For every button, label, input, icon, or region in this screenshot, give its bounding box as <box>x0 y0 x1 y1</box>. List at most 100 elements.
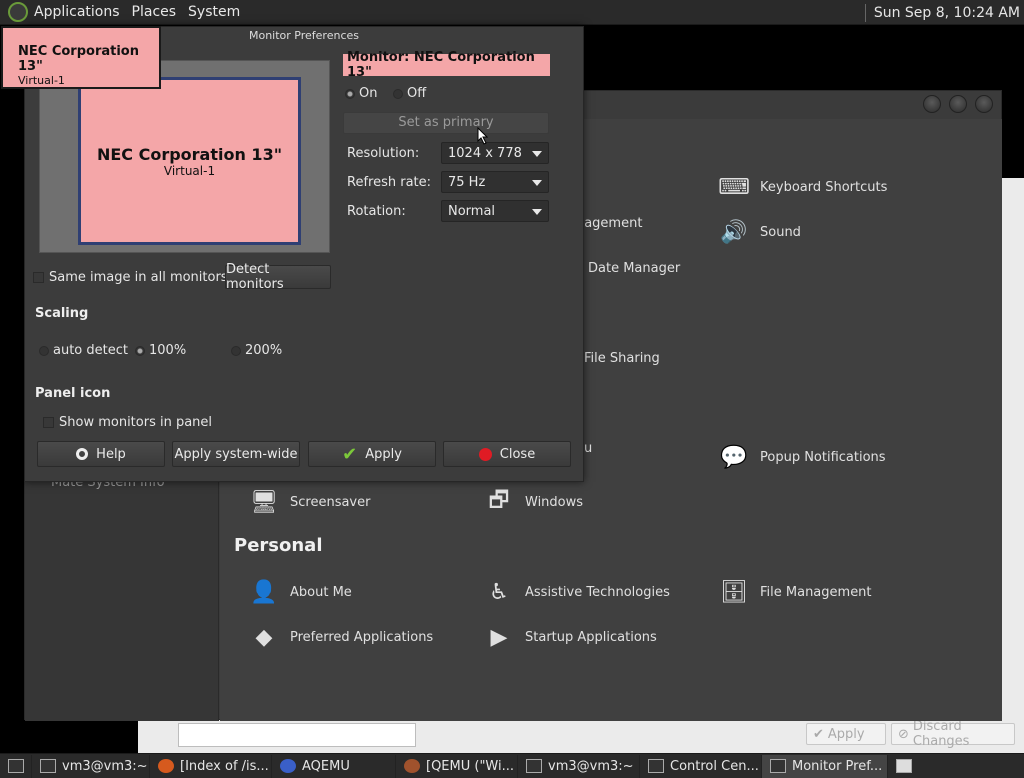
item-keyboard-shortcuts[interactable]: ⌨ Keyboard Shortcuts <box>718 171 887 203</box>
accessibility-icon: ♿ <box>489 579 509 605</box>
radio-on[interactable]: On <box>345 86 377 101</box>
monitor-preview[interactable]: NEC Corporation 13" Virtual-1 <box>78 77 301 245</box>
terminal-icon <box>526 759 542 773</box>
close-window-button[interactable] <box>975 95 993 113</box>
monitor-icon <box>770 759 786 773</box>
speaker-icon: 🔊 <box>720 219 748 245</box>
screensaver-icon: 🖥 <box>250 489 278 515</box>
item-about-me[interactable]: 👤 About Me <box>248 576 352 608</box>
radio-on-indicator[interactable] <box>345 88 355 99</box>
monitor-label: Monitor: NEC Corporation 13" <box>343 50 550 80</box>
radio-off-indicator[interactable] <box>393 88 403 99</box>
back-apply-button[interactable]: ✔ Apply <box>806 723 886 745</box>
scaling-header: Scaling <box>35 306 89 321</box>
item-date-manager[interactable]: Date Manager <box>588 261 680 276</box>
show-desktop-button[interactable] <box>0 754 32 778</box>
task-control-center[interactable]: Control Cen... <box>640 754 762 778</box>
notification-icon: 💬 <box>720 444 748 470</box>
task-monitor-prefs[interactable]: Monitor Pref... <box>762 754 888 778</box>
close-button[interactable]: Close <box>443 441 571 467</box>
radio-scale-100[interactable] <box>135 345 145 356</box>
discard-changes-button[interactable]: ⊘ Discard Changes <box>891 719 1015 749</box>
menu-applications[interactable]: Applications <box>28 4 126 20</box>
resolution-combo[interactable]: 1024 x 778 <box>441 142 549 164</box>
menu-system[interactable]: System <box>182 4 246 20</box>
clock[interactable]: Sun Sep 8, 10:24 AM <box>874 5 1024 21</box>
apply-button[interactable]: ✔ Apply <box>308 441 436 467</box>
task-terminal-2[interactable]: vm3@vm3:~ <box>518 754 640 778</box>
item-label: File Sharing <box>584 351 660 366</box>
item-assistive[interactable]: ♿ Assistive Technologies <box>483 576 670 608</box>
item-file-sharing[interactable]: File Sharing <box>584 351 660 366</box>
chevron-down-icon <box>532 180 542 186</box>
radio-on-label: On <box>359 86 378 101</box>
apply-system-wide-button[interactable]: Apply system-wide <box>172 441 300 467</box>
distro-logo-icon[interactable] <box>8 2 28 22</box>
item-label: Preferred Applications <box>290 629 434 645</box>
resolution-label: Resolution: <box>347 146 420 161</box>
item-label: Assistive Technologies <box>525 584 670 600</box>
workspace-icon <box>896 759 912 773</box>
show-monitors-checkbox[interactable]: Show monitors in panel <box>43 415 212 430</box>
clock-area[interactable]: Sun Sep 8, 10:24 AM <box>864 0 1024 25</box>
task-terminal-1[interactable]: vm3@vm3:~ <box>32 754 150 778</box>
scale-100-label: 100% <box>149 343 187 358</box>
rotation-value: Normal <box>448 203 496 219</box>
firefox-icon <box>158 759 174 773</box>
item-screensaver[interactable]: 🖥 Screensaver <box>248 486 370 518</box>
apply-label: Apply <box>365 446 402 462</box>
refresh-value: 75 Hz <box>448 174 486 190</box>
windows-icon: 🗗 <box>488 488 510 513</box>
discard-label: Discard Changes <box>912 719 970 749</box>
item-startup-apps[interactable]: ▶ Startup Applications <box>483 621 657 653</box>
task-label: AQEMU <box>302 758 350 774</box>
maximize-button[interactable] <box>949 95 967 113</box>
item-preferred-apps[interactable]: ◆ Preferred Applications <box>248 621 434 653</box>
resolution-value: 1024 x 778 <box>448 145 522 161</box>
set-primary-button[interactable]: Set as primary <box>343 112 549 134</box>
keyboard-icon: ⌨ <box>718 174 750 200</box>
check-icon: ✔ <box>342 443 358 465</box>
item-popup-notifications[interactable]: 💬 Popup Notifications <box>718 441 886 473</box>
workspace-switcher[interactable] <box>888 755 922 778</box>
scale-200-label: 200% <box>245 343 283 358</box>
section-personal: Personal <box>234 535 323 556</box>
task-label: Monitor Pref... <box>792 758 883 774</box>
scale-auto[interactable]: auto detect <box>39 343 128 358</box>
item-label: Startup Applications <box>525 629 657 645</box>
radio-off[interactable]: Off <box>393 86 426 101</box>
radio-off-label: Off <box>407 86 427 101</box>
help-icon <box>76 448 89 460</box>
minimize-button[interactable] <box>923 95 941 113</box>
refresh-combo[interactable]: 75 Hz <box>441 171 549 193</box>
cancel-icon: ⊘ <box>898 726 909 742</box>
task-firefox[interactable]: [Index of /is... <box>150 754 272 778</box>
panel-icon-header: Panel icon <box>35 386 111 401</box>
panel-separator <box>864 3 866 22</box>
task-qemu[interactable]: [QEMU ("Wi... <box>396 754 518 778</box>
item-windows[interactable]: 🗗 Windows <box>483 486 583 518</box>
task-aqemu[interactable]: AQEMU <box>272 754 396 778</box>
show-monitors-label: Show monitors in panel <box>59 415 213 430</box>
checkbox-same-image[interactable] <box>33 272 44 283</box>
back-window-input[interactable] <box>178 723 416 747</box>
checkbox-show-monitors[interactable] <box>43 417 54 428</box>
detect-monitors-button[interactable]: Detect monitors <box>225 262 331 292</box>
item-partial[interactable]: u <box>584 441 592 456</box>
help-button[interactable]: Help <box>37 441 165 467</box>
task-label: vm3@vm3:~ <box>548 758 634 774</box>
desktop-icon <box>8 759 24 773</box>
rotation-combo[interactable]: Normal <box>441 200 549 222</box>
scale-200[interactable]: 200% <box>231 343 282 358</box>
item-label: Windows <box>525 494 584 510</box>
radio-scale-200[interactable] <box>231 345 241 356</box>
menu-places[interactable]: Places <box>126 4 183 20</box>
item-file-management[interactable]: 🗄 File Management <box>718 576 872 608</box>
scale-auto-label: auto detect <box>53 343 128 358</box>
item-sound[interactable]: 🔊 Sound <box>718 216 801 248</box>
preferred-apps-icon: ◆ <box>255 624 273 650</box>
item-label: Popup Notifications <box>760 449 886 465</box>
radio-scale-auto[interactable] <box>39 345 49 356</box>
same-image-checkbox[interactable]: Same image in all monitors <box>33 270 228 285</box>
scale-100[interactable]: 100% <box>135 343 186 358</box>
